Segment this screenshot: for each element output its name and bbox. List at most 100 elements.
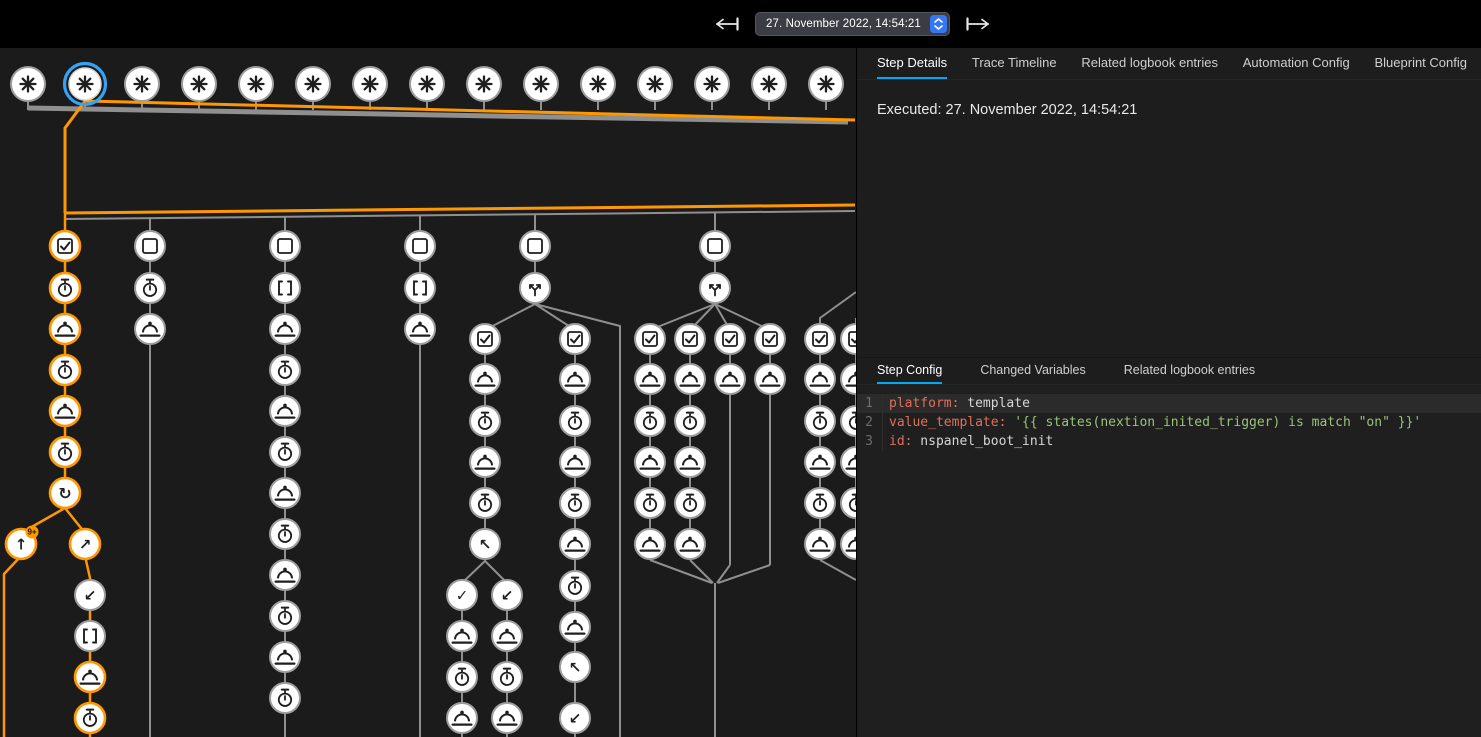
graph-node-asterisk[interactable] xyxy=(65,64,106,105)
graph-node-square[interactable] xyxy=(520,231,550,261)
graph-node-split[interactable] xyxy=(520,273,550,303)
graph-node-square[interactable] xyxy=(700,231,730,261)
graph-node-square[interactable] xyxy=(270,231,300,261)
graph-node-asterisk[interactable] xyxy=(11,67,45,101)
graph-node-asterisk[interactable] xyxy=(695,67,729,101)
graph-node-brackets[interactable] xyxy=(405,273,435,303)
graph-node-timer[interactable] xyxy=(805,488,835,518)
graph-node-timer[interactable] xyxy=(75,703,105,733)
graph-node-timer[interactable] xyxy=(50,273,80,303)
graph-node-arrow-sw[interactable]: ↙ xyxy=(560,703,590,733)
graph-node-bell[interactable] xyxy=(635,364,665,394)
graph-node-timer[interactable] xyxy=(270,519,300,549)
graph-node-bell[interactable] xyxy=(50,314,80,344)
graph-node-bell[interactable] xyxy=(75,662,105,692)
run-select[interactable]: 27. November 2022, 14:54:21 xyxy=(755,12,950,36)
graph-node-bell[interactable] xyxy=(270,560,300,590)
graph-node-checkbox[interactable] xyxy=(805,324,835,354)
graph-node-bell[interactable] xyxy=(675,447,705,477)
graph-node-repeat[interactable]: ↻ xyxy=(50,478,80,508)
graph-node-bell[interactable] xyxy=(805,447,835,477)
graph-node-bell[interactable] xyxy=(270,642,300,672)
graph-node-arrow-up[interactable]: ↑9+ xyxy=(6,526,39,560)
graph-node-bell[interactable] xyxy=(805,529,835,559)
graph-node-bell[interactable] xyxy=(270,478,300,508)
graph-node-arrow-nw[interactable]: ↖ xyxy=(560,652,590,682)
graph-node-timer[interactable] xyxy=(50,355,80,385)
tab-related-logbook-entries[interactable]: Related logbook entries xyxy=(1081,48,1218,79)
graph-node-timer[interactable] xyxy=(841,488,856,518)
graph-node-timer[interactable] xyxy=(560,406,590,436)
graph-node-bell[interactable] xyxy=(841,529,856,559)
graph-node-timer[interactable] xyxy=(492,662,522,692)
graph-node-checkbox[interactable] xyxy=(50,231,80,261)
graph-node-checkbox[interactable] xyxy=(560,324,590,354)
graph-node-bell[interactable] xyxy=(635,447,665,477)
graph-node-timer[interactable] xyxy=(805,406,835,436)
graph-node-arrow-sw[interactable]: ↙ xyxy=(75,580,105,610)
graph-node-asterisk[interactable] xyxy=(410,67,444,101)
graph-node-timer[interactable] xyxy=(270,601,300,631)
tab-step-details[interactable]: Step Details xyxy=(877,48,947,79)
graph-node-asterisk[interactable] xyxy=(524,67,558,101)
graph-node-bell[interactable] xyxy=(447,621,477,651)
graph-node-bell[interactable] xyxy=(135,314,165,344)
graph-node-bell[interactable] xyxy=(270,314,300,344)
graph-node-bell[interactable] xyxy=(447,703,477,733)
graph-node-bell[interactable] xyxy=(755,364,785,394)
graph-node-timer[interactable] xyxy=(841,406,856,436)
graph-node-timer[interactable] xyxy=(675,488,705,518)
graph-node-asterisk[interactable] xyxy=(581,67,615,101)
yaml-code-block[interactable]: 1platform: template2value_template: '{{ … xyxy=(857,385,1481,737)
graph-node-bell[interactable] xyxy=(805,364,835,394)
graph-node-checkbox[interactable] xyxy=(470,324,500,354)
graph-node-asterisk[interactable] xyxy=(638,67,672,101)
graph-node-bell[interactable] xyxy=(841,364,856,394)
tab-blueprint-config[interactable]: Blueprint Config xyxy=(1374,48,1467,79)
graph-node-asterisk[interactable] xyxy=(125,67,159,101)
graph-node-arrow-sw[interactable]: ↙ xyxy=(492,580,522,610)
graph-node-timer[interactable] xyxy=(50,437,80,467)
tab-step-config[interactable]: Step Config xyxy=(877,358,942,384)
graph-node-split[interactable] xyxy=(700,273,730,303)
graph-node-timer[interactable] xyxy=(675,406,705,436)
previous-run-button[interactable] xyxy=(712,14,742,34)
graph-node-timer[interactable] xyxy=(470,406,500,436)
graph-node-check[interactable]: ✓ xyxy=(447,580,477,610)
graph-node-asterisk[interactable] xyxy=(353,67,387,101)
graph-node-arrow-nw[interactable]: ↖ xyxy=(470,529,500,559)
graph-node-asterisk[interactable] xyxy=(239,67,273,101)
graph-node-timer[interactable] xyxy=(135,273,165,303)
graph-node-bell[interactable] xyxy=(560,612,590,642)
graph-node-bell[interactable] xyxy=(715,364,745,394)
graph-node-timer[interactable] xyxy=(470,488,500,518)
graph-node-bell[interactable] xyxy=(470,364,500,394)
graph-node-timer[interactable] xyxy=(270,683,300,713)
graph-node-timer[interactable] xyxy=(560,571,590,601)
tab-related-logbook-entries[interactable]: Related logbook entries xyxy=(1124,358,1255,384)
graph-node-bell[interactable] xyxy=(470,447,500,477)
tab-changed-variables[interactable]: Changed Variables xyxy=(980,358,1085,384)
graph-node-timer[interactable] xyxy=(635,488,665,518)
tab-automation-config[interactable]: Automation Config xyxy=(1243,48,1350,79)
graph-node-bell[interactable] xyxy=(270,396,300,426)
graph-node-bell[interactable] xyxy=(492,703,522,733)
graph-node-arrow-ne[interactable]: ↗ xyxy=(70,529,100,559)
graph-node-square[interactable] xyxy=(405,231,435,261)
graph-node-checkbox[interactable] xyxy=(715,324,745,354)
graph-node-asterisk[interactable] xyxy=(296,67,330,101)
next-run-button[interactable] xyxy=(963,14,993,34)
graph-node-timer[interactable] xyxy=(270,355,300,385)
graph-node-checkbox[interactable] xyxy=(675,324,705,354)
graph-node-brackets[interactable] xyxy=(75,621,105,651)
graph-node-asterisk[interactable] xyxy=(467,67,501,101)
graph-node-timer[interactable] xyxy=(560,488,590,518)
graph-node-checkbox[interactable] xyxy=(755,324,785,354)
graph-node-asterisk[interactable] xyxy=(182,67,216,101)
graph-node-checkbox[interactable] xyxy=(635,324,665,354)
graph-node-bell[interactable] xyxy=(675,529,705,559)
graph-node-timer[interactable] xyxy=(270,437,300,467)
graph-node-bell[interactable] xyxy=(492,621,522,651)
graph-node-timer[interactable] xyxy=(635,406,665,436)
graph-node-bell[interactable] xyxy=(405,314,435,344)
